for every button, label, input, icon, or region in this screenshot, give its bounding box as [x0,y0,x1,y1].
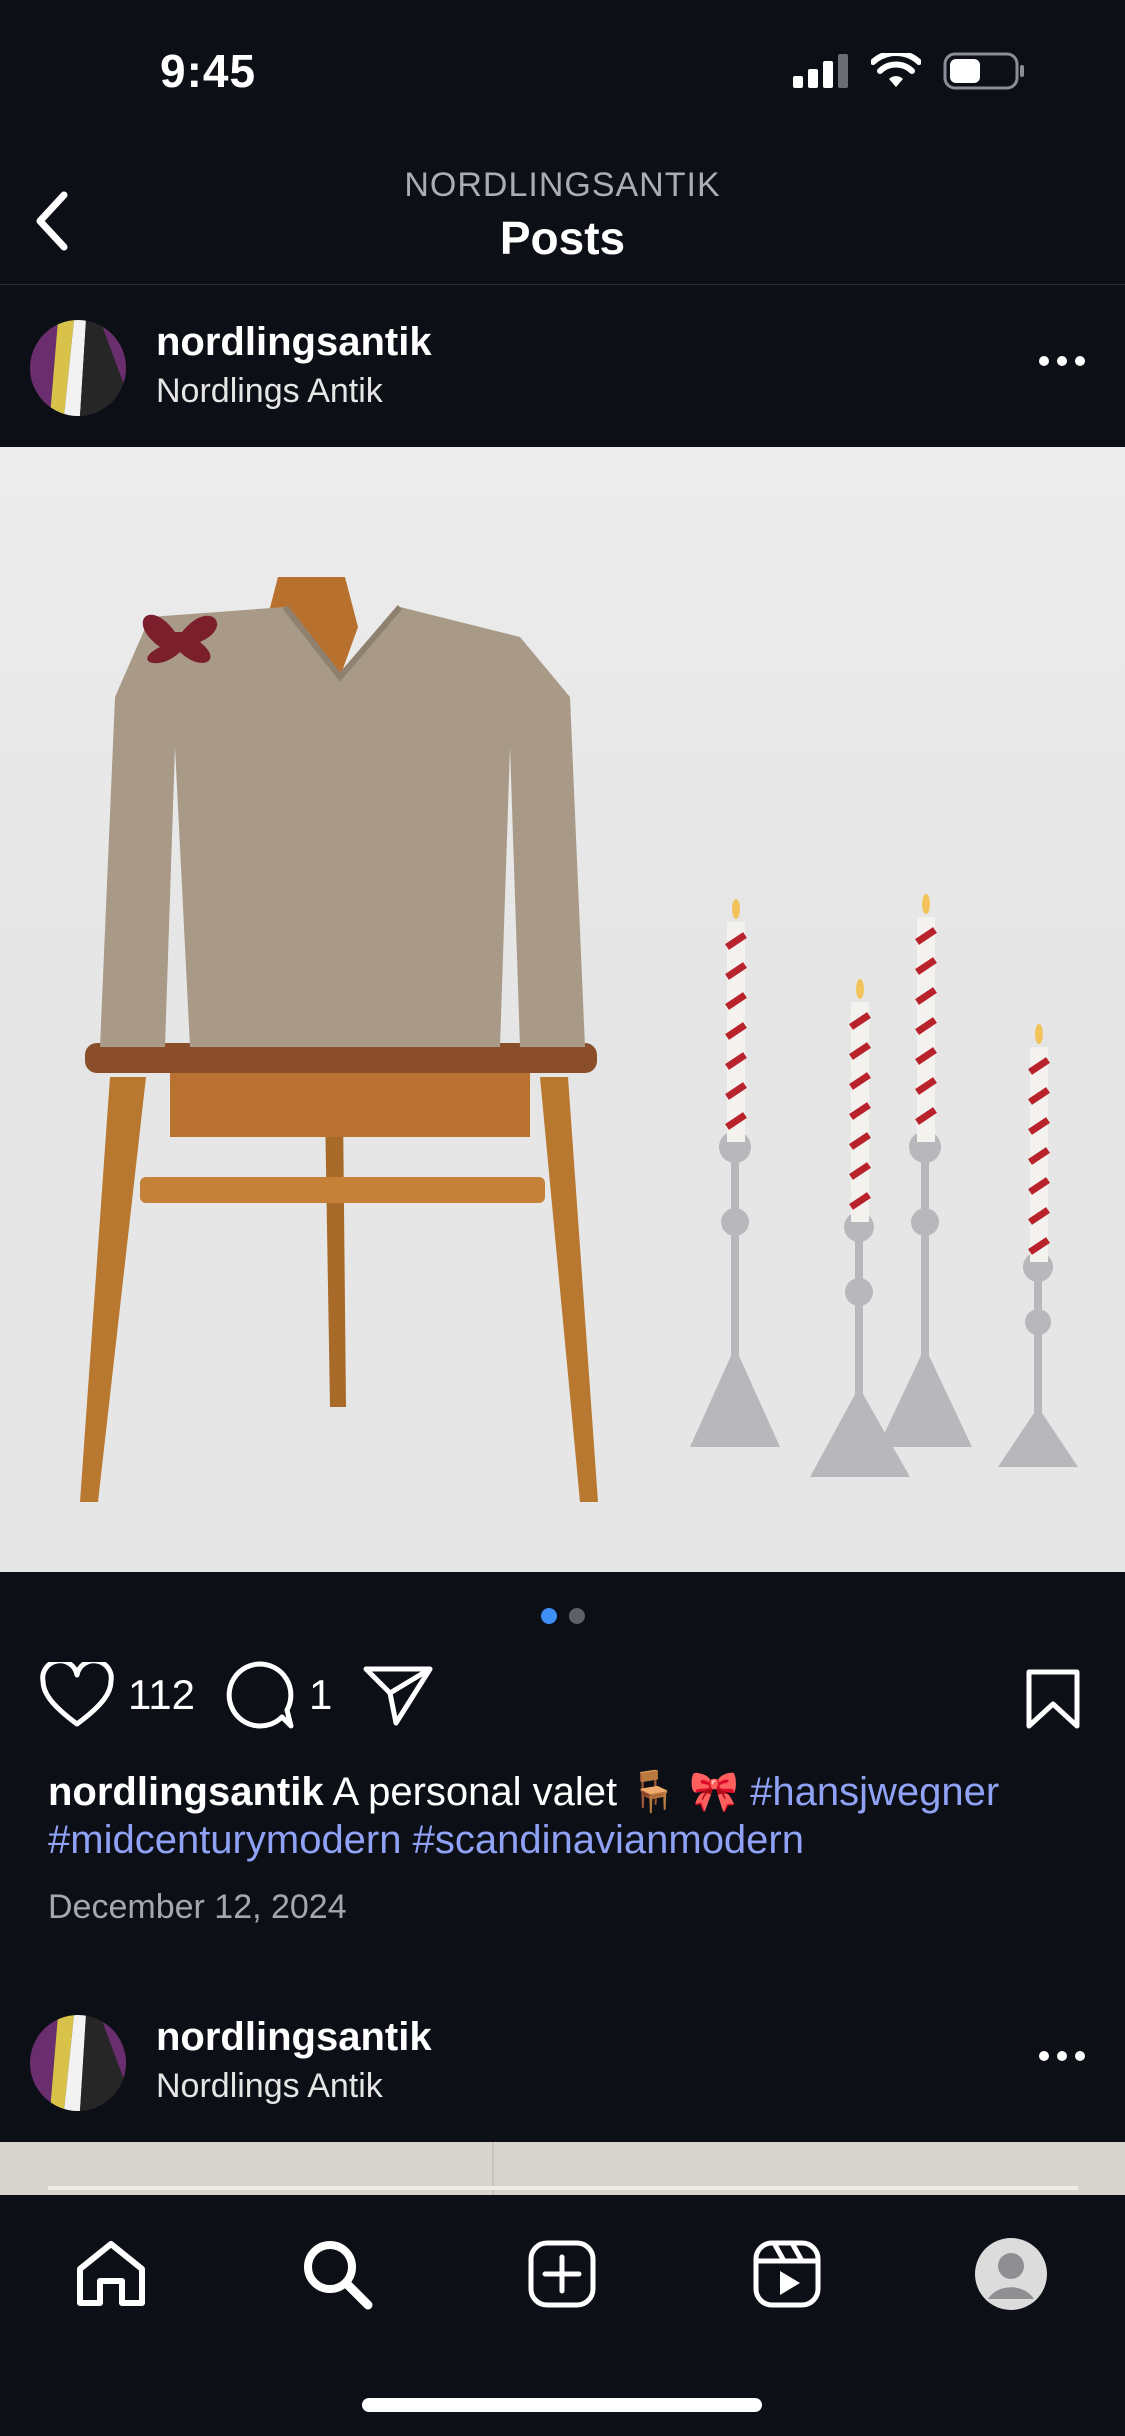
carousel-indicator [0,1608,1125,1624]
tab-reels[interactable] [742,2229,832,2319]
heart-icon[interactable] [40,1662,114,1728]
home-icon [77,2241,145,2306]
carousel-dot-active [540,1608,557,1624]
hashtag[interactable]: #hansjwegner [750,1770,999,1814]
like-count[interactable]: 112 [128,1671,195,1719]
post-image[interactable] [0,447,1125,1572]
reels-icon [753,2240,821,2308]
post-username[interactable]: nordlingsantik [156,320,432,365]
share-icon[interactable] [362,1663,434,1727]
hashtag[interactable]: #scandinavianmodern [413,1818,804,1862]
nav-title: NORDLINGSANTIK Posts [0,166,1125,265]
tab-profile[interactable] [966,2229,1056,2319]
bookmark-button[interactable] [1025,1668,1081,1735]
post-header: nordlingsantik Nordlings Antik [0,300,1125,430]
carousel-dot [568,1608,585,1624]
create-icon [528,2240,596,2308]
post-display-name: Nordlings Antik [156,372,383,410]
signal-icon [793,54,848,88]
battery-icon [943,52,1024,90]
post-header: nordlingsantik Nordlings Antik [0,1995,1125,2125]
search-icon [304,2241,373,2310]
bookmark-icon [1026,1669,1080,1729]
post-username[interactable]: nordlingsantik [156,2015,432,2060]
action-bar: 112 1 [40,1660,434,1730]
nav-subtitle: NORDLINGSANTIK [404,166,721,204]
tab-search[interactable] [292,2229,382,2319]
hashtag[interactable]: #midcenturymodern [48,1818,402,1862]
post-caption: nordlingsantik A personal valet 🪑 🎀 #han… [48,1768,1088,1864]
status-icons [793,52,1025,90]
avatar[interactable] [30,2015,126,2111]
tab-create[interactable] [517,2229,607,2319]
post-date: December 12, 2024 [48,1888,347,1926]
caption-text: A personal valet 🪑 🎀 [332,1770,739,1814]
nav-divider [0,284,1125,285]
post-display-name: Nordlings Antik [156,2067,383,2105]
caption-username[interactable]: nordlingsantik [48,1770,324,1814]
wifi-icon [871,53,921,87]
comment-count[interactable]: 1 [309,1671,332,1719]
avatar[interactable] [30,320,126,416]
tab-home[interactable] [66,2229,156,2319]
post-image[interactable] [0,2142,1125,2202]
profile-icon [975,2238,1047,2310]
home-indicator [362,2398,762,2412]
page-title: Posts [499,212,626,264]
more-options-button[interactable] [1039,356,1085,366]
comment-icon[interactable] [225,1660,295,1730]
more-options-button[interactable] [1039,2051,1085,2061]
status-time: 9:45 [160,45,257,97]
